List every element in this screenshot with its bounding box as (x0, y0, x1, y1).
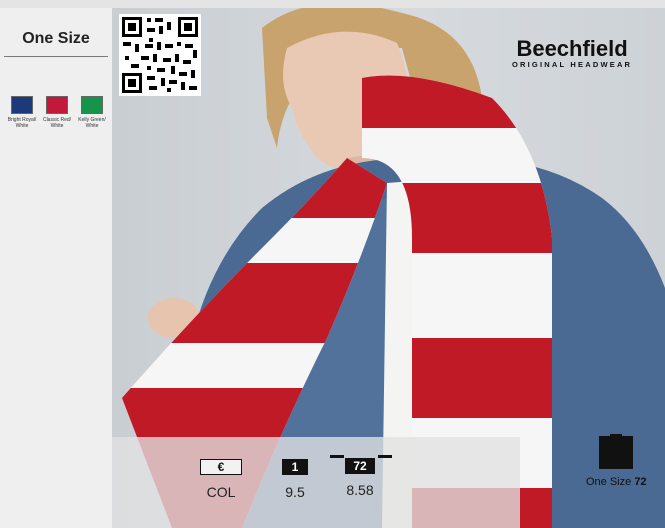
box-label: One Size 72 (586, 476, 647, 488)
spec-carton: 72 8.58 (330, 455, 392, 498)
qr-code[interactable] (119, 14, 201, 96)
brand-tagline: ORIGINAL HEADWEAR (512, 60, 633, 69)
swatch-chip (11, 96, 33, 114)
swatch-name: Kelly Green/ White (78, 117, 106, 129)
carton-bar-right (378, 455, 392, 458)
swatch-royal[interactable]: Bright Royal/ White (7, 96, 37, 129)
pack-icon: 1 (282, 459, 308, 475)
box-quantity: 72 (634, 476, 647, 488)
brand-name: Beechfield (516, 36, 628, 61)
spec-overlay (112, 437, 520, 528)
left-panel: One Size Bright Royal/ White Classic Red… (0, 8, 112, 528)
size-label: One Size (4, 22, 108, 57)
top-strip (0, 0, 665, 8)
swatch-green[interactable]: Kelly Green/ White (78, 96, 106, 129)
swatch-name: Bright Royal/ White (7, 117, 37, 129)
currency-icon: € (200, 459, 242, 475)
spec-currency-value: COL (206, 484, 236, 500)
color-swatches: Bright Royal/ White Classic Red/ White K… (7, 96, 106, 129)
spec-pack-value: 9.5 (285, 484, 305, 500)
spec-carton-value: 8.58 (346, 482, 374, 498)
swatch-red[interactable]: Classic Red/ White (42, 96, 72, 129)
brand-logo: Beechfield ORIGINAL HEADWEAR (512, 36, 633, 70)
box-icon (599, 434, 634, 469)
box-spec: One Size 72 (586, 434, 647, 488)
carton-icon: 72 (345, 458, 375, 474)
swatch-name: Classic Red/ White (42, 117, 72, 129)
box-size-label: One Size (586, 476, 632, 488)
spec-pack: 1 9.5 (280, 458, 310, 500)
carton-bar-left (330, 455, 344, 458)
swatch-chip (81, 96, 103, 114)
carton-icon-wrap: 72 (330, 455, 392, 474)
spec-currency: € COL (200, 458, 242, 500)
qr-code-icon (119, 14, 201, 96)
swatch-chip (46, 96, 68, 114)
